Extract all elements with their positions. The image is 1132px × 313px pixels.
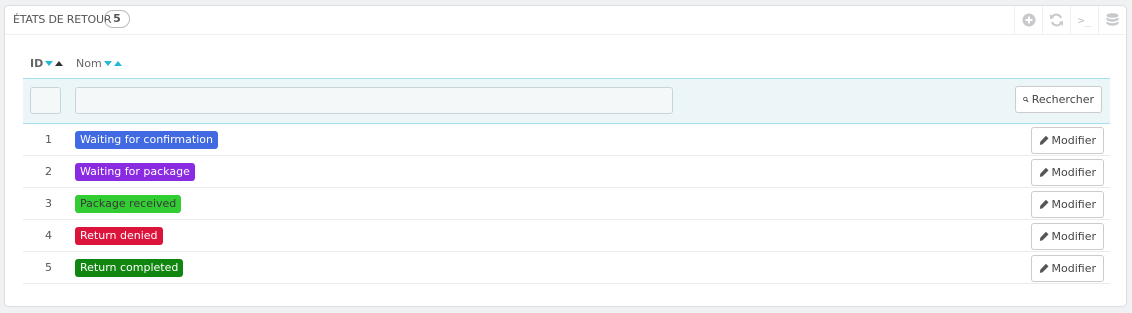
pencil-icon — [1039, 231, 1049, 241]
export-button[interactable] — [1098, 6, 1126, 34]
filter-id-input[interactable] — [30, 87, 61, 114]
pencil-icon — [1039, 135, 1049, 145]
search-button[interactable]: Rechercher — [1015, 86, 1102, 113]
edit-button[interactable]: Modifier — [1031, 191, 1104, 218]
column-header-id: ID — [30, 57, 64, 70]
sort-asc-icon[interactable] — [55, 61, 64, 66]
status-badge: Package received — [75, 195, 182, 213]
edit-button-label: Modifier — [1051, 198, 1096, 211]
table-row[interactable]: 5 Return completed Modifier — [23, 252, 1110, 284]
edit-button-label: Modifier — [1051, 262, 1096, 275]
table-row[interactable]: 2 Waiting for package Modifier — [23, 156, 1110, 188]
database-icon — [1106, 12, 1119, 26]
edit-button[interactable]: Modifier — [1031, 255, 1104, 282]
return-states-panel: États de retour 5 >_ — [4, 5, 1127, 307]
column-header-name-label: Nom — [76, 57, 102, 70]
pencil-icon — [1039, 199, 1049, 209]
sql-query-button[interactable]: >_ — [1070, 6, 1098, 34]
search-button-label: Rechercher — [1031, 93, 1094, 106]
status-badge: Waiting for package — [75, 163, 195, 181]
table-row[interactable]: 3 Package received Modifier — [23, 188, 1110, 220]
count-badge: 5 — [104, 10, 130, 28]
search-icon — [1023, 96, 1029, 103]
status-badge: Return denied — [75, 227, 163, 245]
table-row[interactable]: 1 Waiting for confirmation Modifier — [23, 124, 1110, 156]
edit-button[interactable]: Modifier — [1031, 223, 1104, 250]
refresh-icon — [1050, 13, 1063, 27]
pencil-icon — [1039, 167, 1049, 177]
column-header-id-label: ID — [30, 57, 44, 70]
filter-row: Rechercher — [23, 78, 1110, 124]
column-header-name: Nom — [76, 57, 122, 70]
refresh-button[interactable] — [1042, 6, 1070, 34]
terminal-icon: >_ — [1077, 13, 1092, 27]
edit-button-label: Modifier — [1051, 166, 1096, 179]
table-row[interactable]: 4 Return denied Modifier — [23, 220, 1110, 252]
panel-title: États de retour — [13, 13, 112, 26]
status-badge: Waiting for confirmation — [75, 131, 218, 149]
edit-button-label: Modifier — [1051, 134, 1096, 147]
panel-heading: États de retour 5 >_ — [5, 6, 1126, 35]
edit-button[interactable]: Modifier — [1031, 159, 1104, 186]
filter-name-input[interactable] — [75, 87, 673, 114]
plus-circle-icon — [1022, 13, 1035, 27]
row-id: 4 — [45, 229, 52, 242]
row-id: 3 — [45, 197, 52, 210]
row-id: 2 — [45, 165, 52, 178]
panel-toolbar: >_ — [1014, 6, 1126, 34]
row-id: 5 — [45, 261, 52, 274]
sort-desc-icon[interactable] — [103, 61, 112, 66]
pencil-icon — [1039, 263, 1049, 273]
sort-asc-icon[interactable] — [113, 61, 122, 66]
add-new-button[interactable] — [1014, 6, 1042, 34]
sort-desc-icon[interactable] — [45, 61, 54, 66]
edit-button-label: Modifier — [1051, 230, 1096, 243]
row-id: 1 — [45, 133, 52, 146]
edit-button[interactable]: Modifier — [1031, 127, 1104, 154]
status-badge: Return completed — [75, 259, 184, 277]
